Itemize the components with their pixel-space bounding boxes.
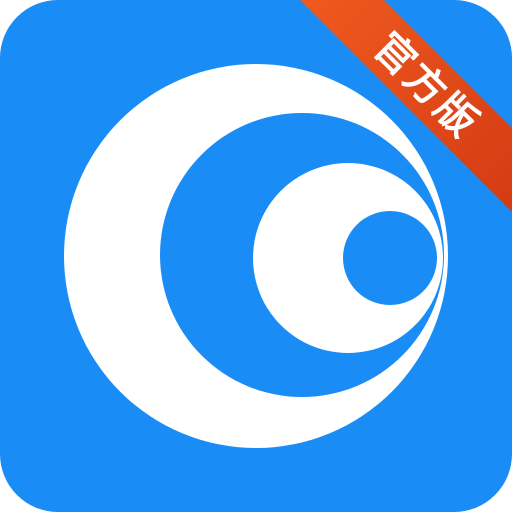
inner-blue-disc <box>343 211 437 305</box>
app-icon-graphic: 官方版 <box>0 0 512 512</box>
app-icon: 官方版 <box>0 0 512 512</box>
crescent-logo-icon <box>64 64 448 448</box>
